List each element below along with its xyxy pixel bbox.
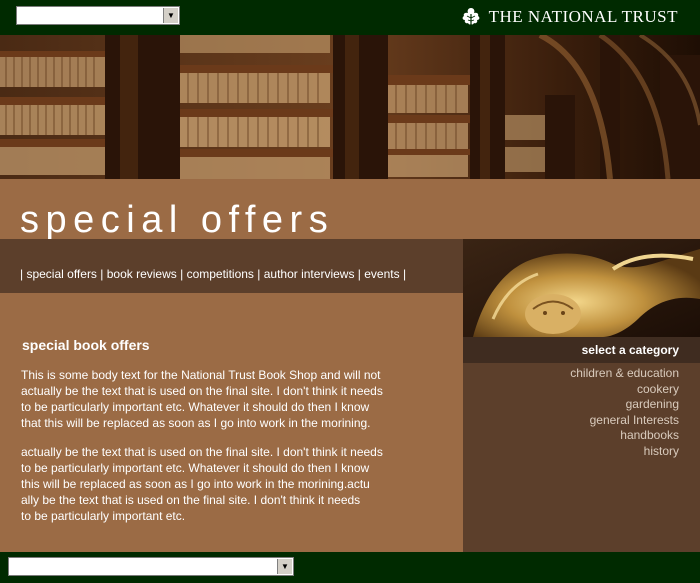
category-header: select a category <box>463 337 700 363</box>
category-link-children-education[interactable]: children & education <box>570 366 679 380</box>
text-line: actually be the text that is used on the… <box>21 445 383 459</box>
category-heading: select a category <box>581 343 679 357</box>
nav-link-book-reviews[interactable]: book reviews <box>107 267 177 281</box>
category-link-general-interests[interactable]: general Interests <box>590 413 679 427</box>
national-trust-logo[interactable]: THE NATIONAL TRUST <box>459 6 678 28</box>
footer-bar: ▼ <box>0 552 700 583</box>
nav-link-author-interviews[interactable]: author interviews <box>264 267 355 281</box>
section-nav: | special offers | book reviews | compet… <box>0 239 463 293</box>
text-line: this will be replaced as soon as I go in… <box>21 477 370 491</box>
text-line: to be particularly important etc. Whatev… <box>21 400 370 414</box>
site-name: THE NATIONAL TRUST <box>488 7 678 26</box>
chevron-down-icon[interactable]: ▼ <box>277 559 292 574</box>
content-heading: special book offers <box>22 337 150 353</box>
text-line: that this will be replaced as soon as I … <box>21 416 371 430</box>
category-link-gardening[interactable]: gardening <box>626 397 679 411</box>
nav-suffix: | <box>399 267 407 281</box>
nav-link-special-offers[interactable]: special offers <box>26 267 96 281</box>
nav-separator: | <box>96 267 107 281</box>
nav-separator: | <box>253 267 264 281</box>
category-list: children & education cookery gardening g… <box>463 363 700 552</box>
library-banner-image <box>0 35 700 179</box>
body-paragraph: This is some body text for the National … <box>21 367 441 431</box>
body-paragraph: actually be the text that is used on the… <box>21 444 441 524</box>
text-line: actually be the text that is used on the… <box>21 384 383 398</box>
library-bookshelves-illustration <box>0 35 700 179</box>
category-link-cookery[interactable]: cookery <box>637 382 679 396</box>
top-dropdown[interactable]: ▼ <box>16 6 180 25</box>
top-bar: ▼ THE NATIONAL TRUST <box>0 0 700 35</box>
oak-leaf-icon <box>462 8 480 27</box>
footer-dropdown[interactable]: ▼ <box>8 557 294 576</box>
category-link-history[interactable]: history <box>644 444 679 458</box>
page-title: special offers <box>20 199 335 241</box>
chevron-down-icon[interactable]: ▼ <box>163 8 178 23</box>
gilded-statue-illustration <box>463 239 700 337</box>
nav-separator: | <box>354 267 365 281</box>
text-line: ally be the text that is used on the fin… <box>21 493 361 507</box>
main-content: special book offers This is some body te… <box>0 293 463 552</box>
category-link-handbooks[interactable]: handbooks <box>620 428 679 442</box>
nav-link-events[interactable]: events <box>364 267 399 281</box>
text-line: This is some body text for the National … <box>21 368 381 382</box>
text-line: to be particularly important etc. Whatev… <box>21 461 370 475</box>
text-line: to be particularly important etc. <box>21 509 186 523</box>
statue-image <box>463 239 700 337</box>
nav-separator: | <box>176 267 187 281</box>
nav-link-competitions[interactable]: competitions <box>187 267 254 281</box>
nav-links: | special offers | book reviews | compet… <box>20 267 406 281</box>
headline-area: special offers <box>0 179 700 241</box>
